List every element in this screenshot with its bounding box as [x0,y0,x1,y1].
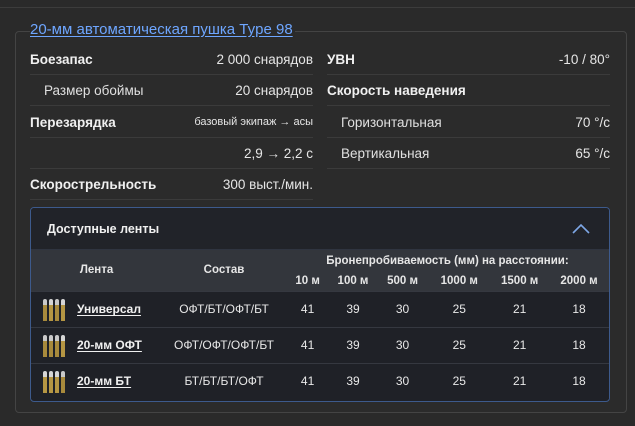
stat-value: -10 / 80° [558,51,610,67]
stat-row-traverse-speed: Скорость наведения [327,75,610,106]
belt-composition: ОФТ/ОФТ/ОФТ/БТ [162,326,286,363]
penetration-value: 41 [285,362,330,399]
stat-label: Горизонтальная [341,114,442,130]
stat-value: 2 000 снарядов [216,51,313,67]
stat-row-reload-time: 2,9 → 2,2 с [30,138,313,169]
belt-name-link[interactable]: 20-мм БТ [77,374,131,388]
belt-cell: Универсал [31,290,163,327]
table-row: 20-мм БТ БТ/БТ/БТ/ОФТ 41 39 30 25 21 18 [31,362,609,399]
penetration-value: 25 [428,362,491,399]
penetration-value: 39 [329,290,377,327]
stat-row-clip-size: Размер обоймы 20 снарядов [30,75,313,106]
col-header-penetration: Бронепробиваемость (мм) на расстоянии: [285,250,609,272]
penetration-value: 21 [490,326,550,363]
belts-accordion-header[interactable]: Доступные ленты [31,208,609,250]
stat-row-horizontal: Горизонтальная 70 °/с [327,107,610,138]
stat-value: 65 °/с [575,145,610,161]
belts-title: Доступные ленты [47,221,160,236]
ammo-belt-icon [43,369,65,394]
penetration-value: 21 [490,290,550,327]
stat-label: Скорость наведения [327,82,466,98]
penetration-value: 18 [549,362,609,399]
stat-label: Перезарядка [30,114,116,130]
stat-row-reload: Перезарядка базовый экипаж → асы [30,107,313,138]
penetration-value: 41 [285,290,330,327]
belt-name-link[interactable]: Универсал [77,302,141,316]
penetration-value: 21 [490,362,550,399]
penetration-value: 39 [329,362,377,399]
col-header-composition: Состав [162,250,286,291]
belts-accordion: Доступные ленты Лента Состав Бронепробив… [30,207,610,402]
penetration-value: 30 [376,290,429,327]
top-divider [0,0,635,8]
stat-value: 20 снарядов [235,82,313,98]
penetration-value: 41 [285,326,330,363]
penetration-value: 25 [428,326,491,363]
col-header-distance: 10 м [285,272,330,291]
penetration-value: 30 [376,326,429,363]
ammo-belt-icon [43,333,65,357]
ammo-belt-icon [43,297,65,321]
stat-row-ammo: Боезапас 2 000 снарядов [30,44,313,75]
belt-composition: ОФТ/БТ/ОФТ/БТ [162,290,286,327]
col-header-distance: 1500 м [490,272,550,291]
col-header-distance: 100 м [329,272,377,291]
stat-label: Боезапас [30,51,93,67]
stat-row-rate-of-fire: Скорострельность 300 выст./мин. [30,169,313,200]
stat-label: Вертикальная [341,145,430,161]
belts-table: Лента Состав Бронепробиваемость (мм) на … [31,250,609,399]
stat-value: 70 °/с [575,114,610,130]
stat-value: 300 выст./мин. [222,176,313,192]
col-header-distance: 1000 м [428,272,491,291]
chevron-up-icon[interactable] [569,219,593,239]
penetration-value: 25 [428,290,491,327]
col-header-belt: Лента [31,250,163,291]
belt-cell: 20-мм ОФТ [31,326,163,363]
col-header-distance: 2000 м [549,272,609,291]
table-row: Универсал ОФТ/БТ/ОФТ/БТ 41 39 30 25 21 1… [31,290,609,327]
col-header-distance: 500 м [376,272,429,291]
penetration-value: 39 [329,326,377,363]
stat-row-vertical: Вертикальная 65 °/с [327,138,610,169]
penetration-value: 30 [376,362,429,399]
stat-label: Скорострельность [30,176,157,192]
stat-label: УВН [327,51,355,67]
stat-label: Размер обоймы [44,82,144,98]
stat-value-crew-range: базовый экипаж → асы [194,116,313,128]
belt-composition: БТ/БТ/БТ/ОФТ [162,362,286,399]
belt-cell: 20-мм БТ [31,362,163,399]
penetration-value: 18 [549,326,609,363]
penetration-value: 18 [549,290,609,327]
stat-value: 2,9 → 2,2 с [243,145,313,161]
stat-row-elevation: УВН -10 / 80° [327,44,610,75]
table-row: 20-мм ОФТ ОФТ/ОФТ/ОФТ/БТ 41 39 30 25 21 … [31,326,609,363]
belt-name-link[interactable]: 20-мм ОФТ [77,338,142,352]
weapon-title-link[interactable]: 20-мм автоматическая пушка Type 98 [30,21,295,38]
